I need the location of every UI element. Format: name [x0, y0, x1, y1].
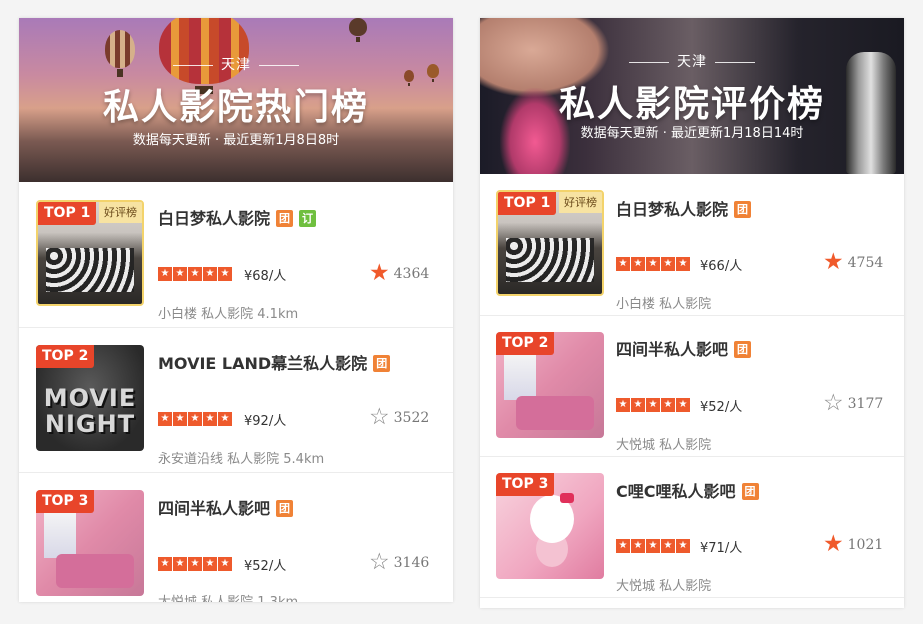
star-outline-icon: ☆: [369, 549, 390, 575]
star-filled-icon: ★: [823, 249, 844, 275]
balloon-image: [349, 18, 367, 42]
cinema-name-row[interactable]: 四间半私人影吧团: [158, 495, 294, 519]
location-meta: 大悦城 私人影院: [616, 438, 712, 453]
banner-title: 私人影院热门榜: [102, 87, 369, 128]
location-meta: 永安道沿线 私人影院 5.4km: [158, 452, 325, 467]
cinema-thumbnail[interactable]: TOP 1 好评榜: [36, 200, 144, 306]
cinema-name-row[interactable]: MOVIE LAND幕兰私人影院团: [158, 350, 391, 374]
location-meta: 大悦城 私人影院 1.3km: [158, 591, 298, 602]
booking-tag: 订: [299, 210, 317, 227]
rating-stars: ★ ★ ★ ★ ★: [158, 267, 232, 281]
location-meta: 小白楼 私人影院 4.1km: [158, 307, 299, 322]
price-per-person: ¥92/人: [244, 414, 287, 429]
star-filled-icon: ★: [823, 531, 844, 557]
favorite-button[interactable]: ☆ 3146: [369, 551, 429, 574]
favorite-button[interactable]: ☆ 3177: [823, 392, 883, 415]
banner-city: 天津: [19, 54, 453, 74]
rank-badge: TOP 1: [498, 192, 557, 215]
cinema-name[interactable]: 白日梦私人影院: [616, 200, 728, 219]
favorite-count: 4754: [847, 254, 884, 271]
rating-stars: ★ ★ ★ ★ ★: [616, 257, 690, 271]
cinema-thumbnail[interactable]: TOP 3: [496, 473, 604, 579]
group-buy-tag: 团: [276, 210, 294, 227]
rank-badge: TOP 2: [496, 332, 555, 355]
list-item[interactable]: TOP 3 C哩C哩私人影吧团 ★ ★ ★ ★ ★ ¥71/人 ★ 1021 大悦城 私人…: [480, 457, 904, 598]
rank-badge: TOP 3: [36, 490, 95, 513]
cinema-name-row[interactable]: C哩C哩私人影吧团: [616, 478, 759, 502]
star-outline-icon: ☆: [823, 390, 844, 416]
star-outline-icon: ☆: [369, 404, 390, 430]
cinema-thumbnail[interactable]: MOVIE NIGHT TOP 2: [36, 345, 144, 451]
cinema-name[interactable]: 四间半私人影吧: [616, 340, 728, 359]
star-filled-icon: ★: [369, 260, 390, 286]
location-meta: 小白楼 私人影院: [616, 297, 712, 312]
cinema-name-row[interactable]: 四间半私人影吧团: [616, 336, 752, 360]
rating-stars: ★ ★ ★ ★ ★: [616, 539, 690, 553]
rank-badge: TOP 3: [496, 473, 555, 496]
banner-subtitle: 数据每天更新 · 最近更新1月8日8时: [132, 133, 340, 148]
banner-subtitle: 数据每天更新 · 最近更新1月18日14时: [580, 126, 804, 141]
group-buy-tag: 团: [734, 341, 752, 358]
price-per-person: ¥71/人: [700, 541, 743, 556]
favorite-count: 3146: [393, 554, 430, 571]
rating-stars: ★ ★ ★ ★ ★: [158, 412, 232, 426]
rank-badge: TOP 2: [36, 345, 95, 368]
cinema-name[interactable]: 四间半私人影吧: [158, 499, 270, 518]
cinema-thumbnail[interactable]: TOP 3: [36, 490, 144, 596]
favorite-button[interactable]: ☆ 3522: [369, 406, 429, 429]
rank-badge: TOP 1: [38, 202, 97, 225]
price-per-person: ¥52/人: [700, 400, 743, 415]
list-item[interactable]: TOP 1 好评榜 白日梦私人影院团订 ★ ★ ★ ★ ★ ¥68/人 ★ 4364 小白…: [19, 182, 453, 328]
group-buy-tag: 团: [276, 500, 294, 517]
favorite-button[interactable]: ★ 4364: [369, 262, 429, 285]
list-item[interactable]: TOP 1 好评榜 白日梦私人影院团 ★ ★ ★ ★ ★ ¥66/人 ★ 4754 小白楼…: [480, 174, 904, 316]
price-per-person: ¥66/人: [700, 259, 743, 274]
cinema-thumbnail[interactable]: TOP 1 好评榜: [496, 190, 604, 296]
rating-stars: ★ ★ ★ ★ ★: [616, 398, 690, 412]
favorite-button[interactable]: ★ 4754: [823, 251, 883, 274]
praise-badge: 好评榜: [559, 192, 602, 213]
rating-stars: ★ ★ ★ ★ ★: [158, 557, 232, 571]
balloon-image: [159, 18, 249, 94]
cinema-name[interactable]: C哩C哩私人影吧: [616, 482, 736, 501]
banner-title: 私人影院评价榜: [558, 84, 825, 125]
hot-ranking-panel: 天津 私人影院热门榜 数据每天更新 · 最近更新1月8日8时 TOP 1 好评榜…: [19, 18, 453, 602]
favorite-button[interactable]: ★ 1021: [823, 533, 883, 556]
cinema-name-row[interactable]: 白日梦私人影院团订: [158, 205, 317, 229]
hot-ranking-banner: 天津 私人影院热门榜 数据每天更新 · 最近更新1月8日8时: [19, 18, 453, 182]
cinema-thumbnail[interactable]: TOP 2: [496, 332, 604, 438]
price-per-person: ¥68/人: [244, 269, 287, 284]
banner-city: 天津: [480, 51, 904, 71]
list-item[interactable]: MOVIE NIGHT TOP 2 MOVIE LAND幕兰私人影院团 ★ ★ ★ ★ ★…: [19, 328, 453, 473]
favorite-count: 4364: [393, 265, 430, 282]
list-item[interactable]: TOP 2 四间半私人影吧团 ★ ★ ★ ★ ★ ¥52/人 ☆ 3177 大悦城 私人影…: [480, 316, 904, 457]
thumbnail-text: MOVIE: [43, 384, 137, 412]
rating-ranking-banner: 天津 私人影院评价榜 数据每天更新 · 最近更新1月18日14时: [480, 18, 904, 174]
thumbnail-text: NIGHT: [44, 410, 136, 438]
cinema-name[interactable]: 白日梦私人影院: [158, 209, 270, 228]
list-item[interactable]: TOP 3 四间半私人影吧团 ★★★★★ ¥52/人 ☆3146 大悦城 私人影…: [19, 473, 453, 602]
cinema-name[interactable]: MOVIE LAND幕兰私人影院: [158, 354, 367, 373]
favorite-count: 1021: [847, 536, 884, 553]
cinema-name-row[interactable]: 白日梦私人影院团: [616, 196, 752, 220]
group-buy-tag: 团: [734, 201, 752, 218]
praise-badge: 好评榜: [99, 202, 142, 223]
location-meta: 大悦城 私人影院: [616, 579, 712, 594]
group-buy-tag: 团: [741, 483, 759, 500]
group-buy-tag: 团: [373, 355, 391, 372]
favorite-count: 3177: [847, 395, 884, 412]
favorite-count: 3522: [393, 409, 430, 426]
price-per-person: ¥52/人: [244, 559, 287, 574]
rating-ranking-panel: 天津 私人影院评价榜 数据每天更新 · 最近更新1月18日14时 TOP 1 好…: [480, 18, 904, 608]
